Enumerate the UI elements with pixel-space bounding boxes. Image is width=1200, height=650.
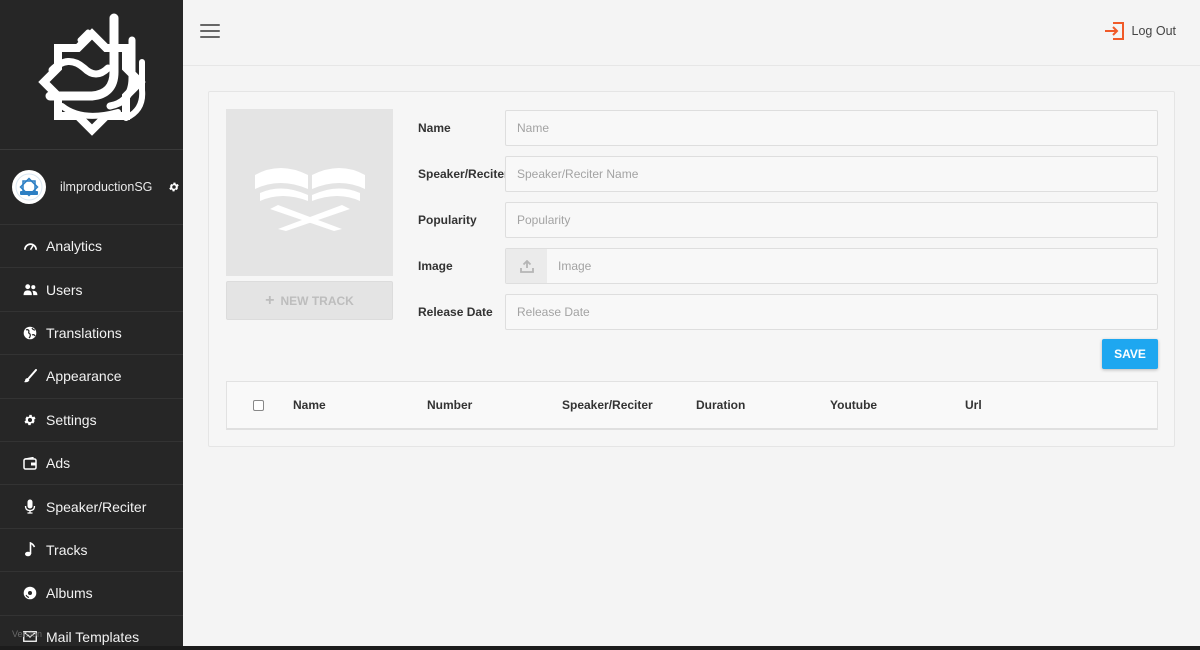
sidebar-item-analytics[interactable]: Analytics <box>0 225 183 269</box>
save-button[interactable]: SAVE <box>1102 339 1158 369</box>
logout-icon <box>1104 22 1124 40</box>
sidebar-item-tracks[interactable]: Tracks <box>0 529 183 573</box>
sidebar-item-settings[interactable]: Settings <box>0 399 183 442</box>
quran-book-icon <box>254 167 365 231</box>
track-form-card: + NEW TRACK Name Speaker/Reciter Popular… <box>208 91 1175 447</box>
microphone-icon <box>22 499 38 515</box>
username: ilmproductionSG <box>60 180 153 194</box>
sidebar-item-label: Albums <box>46 585 93 602</box>
hamburger-menu-icon[interactable] <box>200 24 220 40</box>
music-note-icon <box>22 542 38 558</box>
sidebar-item-albums[interactable]: Albums <box>0 572 183 616</box>
image-label: Image <box>418 259 453 273</box>
user-profile: ilmproductionSG <box>0 150 183 225</box>
avatar[interactable] <box>12 170 46 204</box>
globe-icon <box>22 325 38 341</box>
logout-label: Log Out <box>1131 24 1176 38</box>
release-date-field-row: Release Date <box>418 294 1158 330</box>
sidebar-item-label: Appearance <box>46 368 122 385</box>
track-image-preview[interactable] <box>226 109 393 276</box>
logo-area <box>0 0 183 150</box>
sidebar-item-translations[interactable]: Translations <box>0 312 183 356</box>
speaker-label: Speaker/Reciter <box>418 167 509 181</box>
user-settings-gear-icon[interactable] <box>168 181 180 193</box>
sidebar-item-label: Translations <box>46 324 122 341</box>
image-field <box>505 248 1158 284</box>
image-input[interactable] <box>547 249 1157 283</box>
select-all-checkbox[interactable] <box>253 400 264 411</box>
version-text: Version <box>12 629 43 639</box>
release-date-label: Release Date <box>418 305 493 319</box>
upload-icon <box>519 259 534 273</box>
avatar-logo-icon <box>15 173 43 201</box>
column-header-speaker-reciter[interactable]: Speaker/Reciter <box>562 398 653 412</box>
sidebar-item-label: Ads <box>46 455 71 472</box>
column-header-url[interactable]: Url <box>965 398 982 412</box>
plus-icon: + <box>265 291 275 309</box>
brush-icon <box>22 368 38 384</box>
column-header-youtube[interactable]: Youtube <box>830 398 877 412</box>
new-track-label: NEW TRACK <box>280 293 354 308</box>
release-date-input[interactable] <box>505 294 1158 330</box>
sidebar-item-speaker-reciter[interactable]: Speaker/Reciter <box>0 485 183 529</box>
logout-button[interactable]: Log Out <box>1104 21 1176 41</box>
new-track-button[interactable]: + NEW TRACK <box>226 281 393 320</box>
popularity-input[interactable] <box>505 202 1158 238</box>
sidebar-item-ads[interactable]: Ads <box>0 442 183 486</box>
wallet-icon <box>22 455 38 471</box>
tracks-table-header: Name Number Speaker/Reciter Duration You… <box>226 381 1158 430</box>
sidebar-item-label: Speaker/Reciter <box>46 498 147 515</box>
name-label: Name <box>418 121 451 135</box>
speaker-field-row: Speaker/Reciter <box>418 156 1158 192</box>
speaker-input[interactable] <box>505 156 1158 192</box>
sidebar-item-appearance[interactable]: Appearance <box>0 355 183 399</box>
bottom-bar <box>0 646 1200 650</box>
image-field-row: Image <box>418 248 1158 284</box>
popularity-label: Popularity <box>418 213 477 227</box>
sidebar-item-label: Analytics <box>46 238 103 255</box>
column-header-name[interactable]: Name <box>293 398 326 412</box>
brand-logo <box>37 13 146 136</box>
name-input[interactable] <box>505 110 1158 146</box>
sidebar-item-label: Mail Templates <box>46 628 140 645</box>
disc-icon <box>22 585 38 601</box>
name-field-row: Name <box>418 110 1158 146</box>
sidebar-item-label: Tracks <box>46 541 88 558</box>
sidebar-item-label: Users <box>46 281 83 298</box>
topbar: Log Out <box>183 0 1200 66</box>
column-header-number[interactable]: Number <box>427 398 472 412</box>
speedometer-icon <box>22 238 38 254</box>
column-header-duration[interactable]: Duration <box>696 398 745 412</box>
users-icon <box>22 282 38 298</box>
sidebar: ilmproductionSG Analytics Users Translat… <box>0 0 183 646</box>
popularity-field-row: Popularity <box>418 202 1158 238</box>
sidebar-item-users[interactable]: Users <box>0 268 183 312</box>
sidebar-item-label: Settings <box>46 411 97 428</box>
gear-icon <box>22 412 38 428</box>
upload-button[interactable] <box>506 249 547 283</box>
